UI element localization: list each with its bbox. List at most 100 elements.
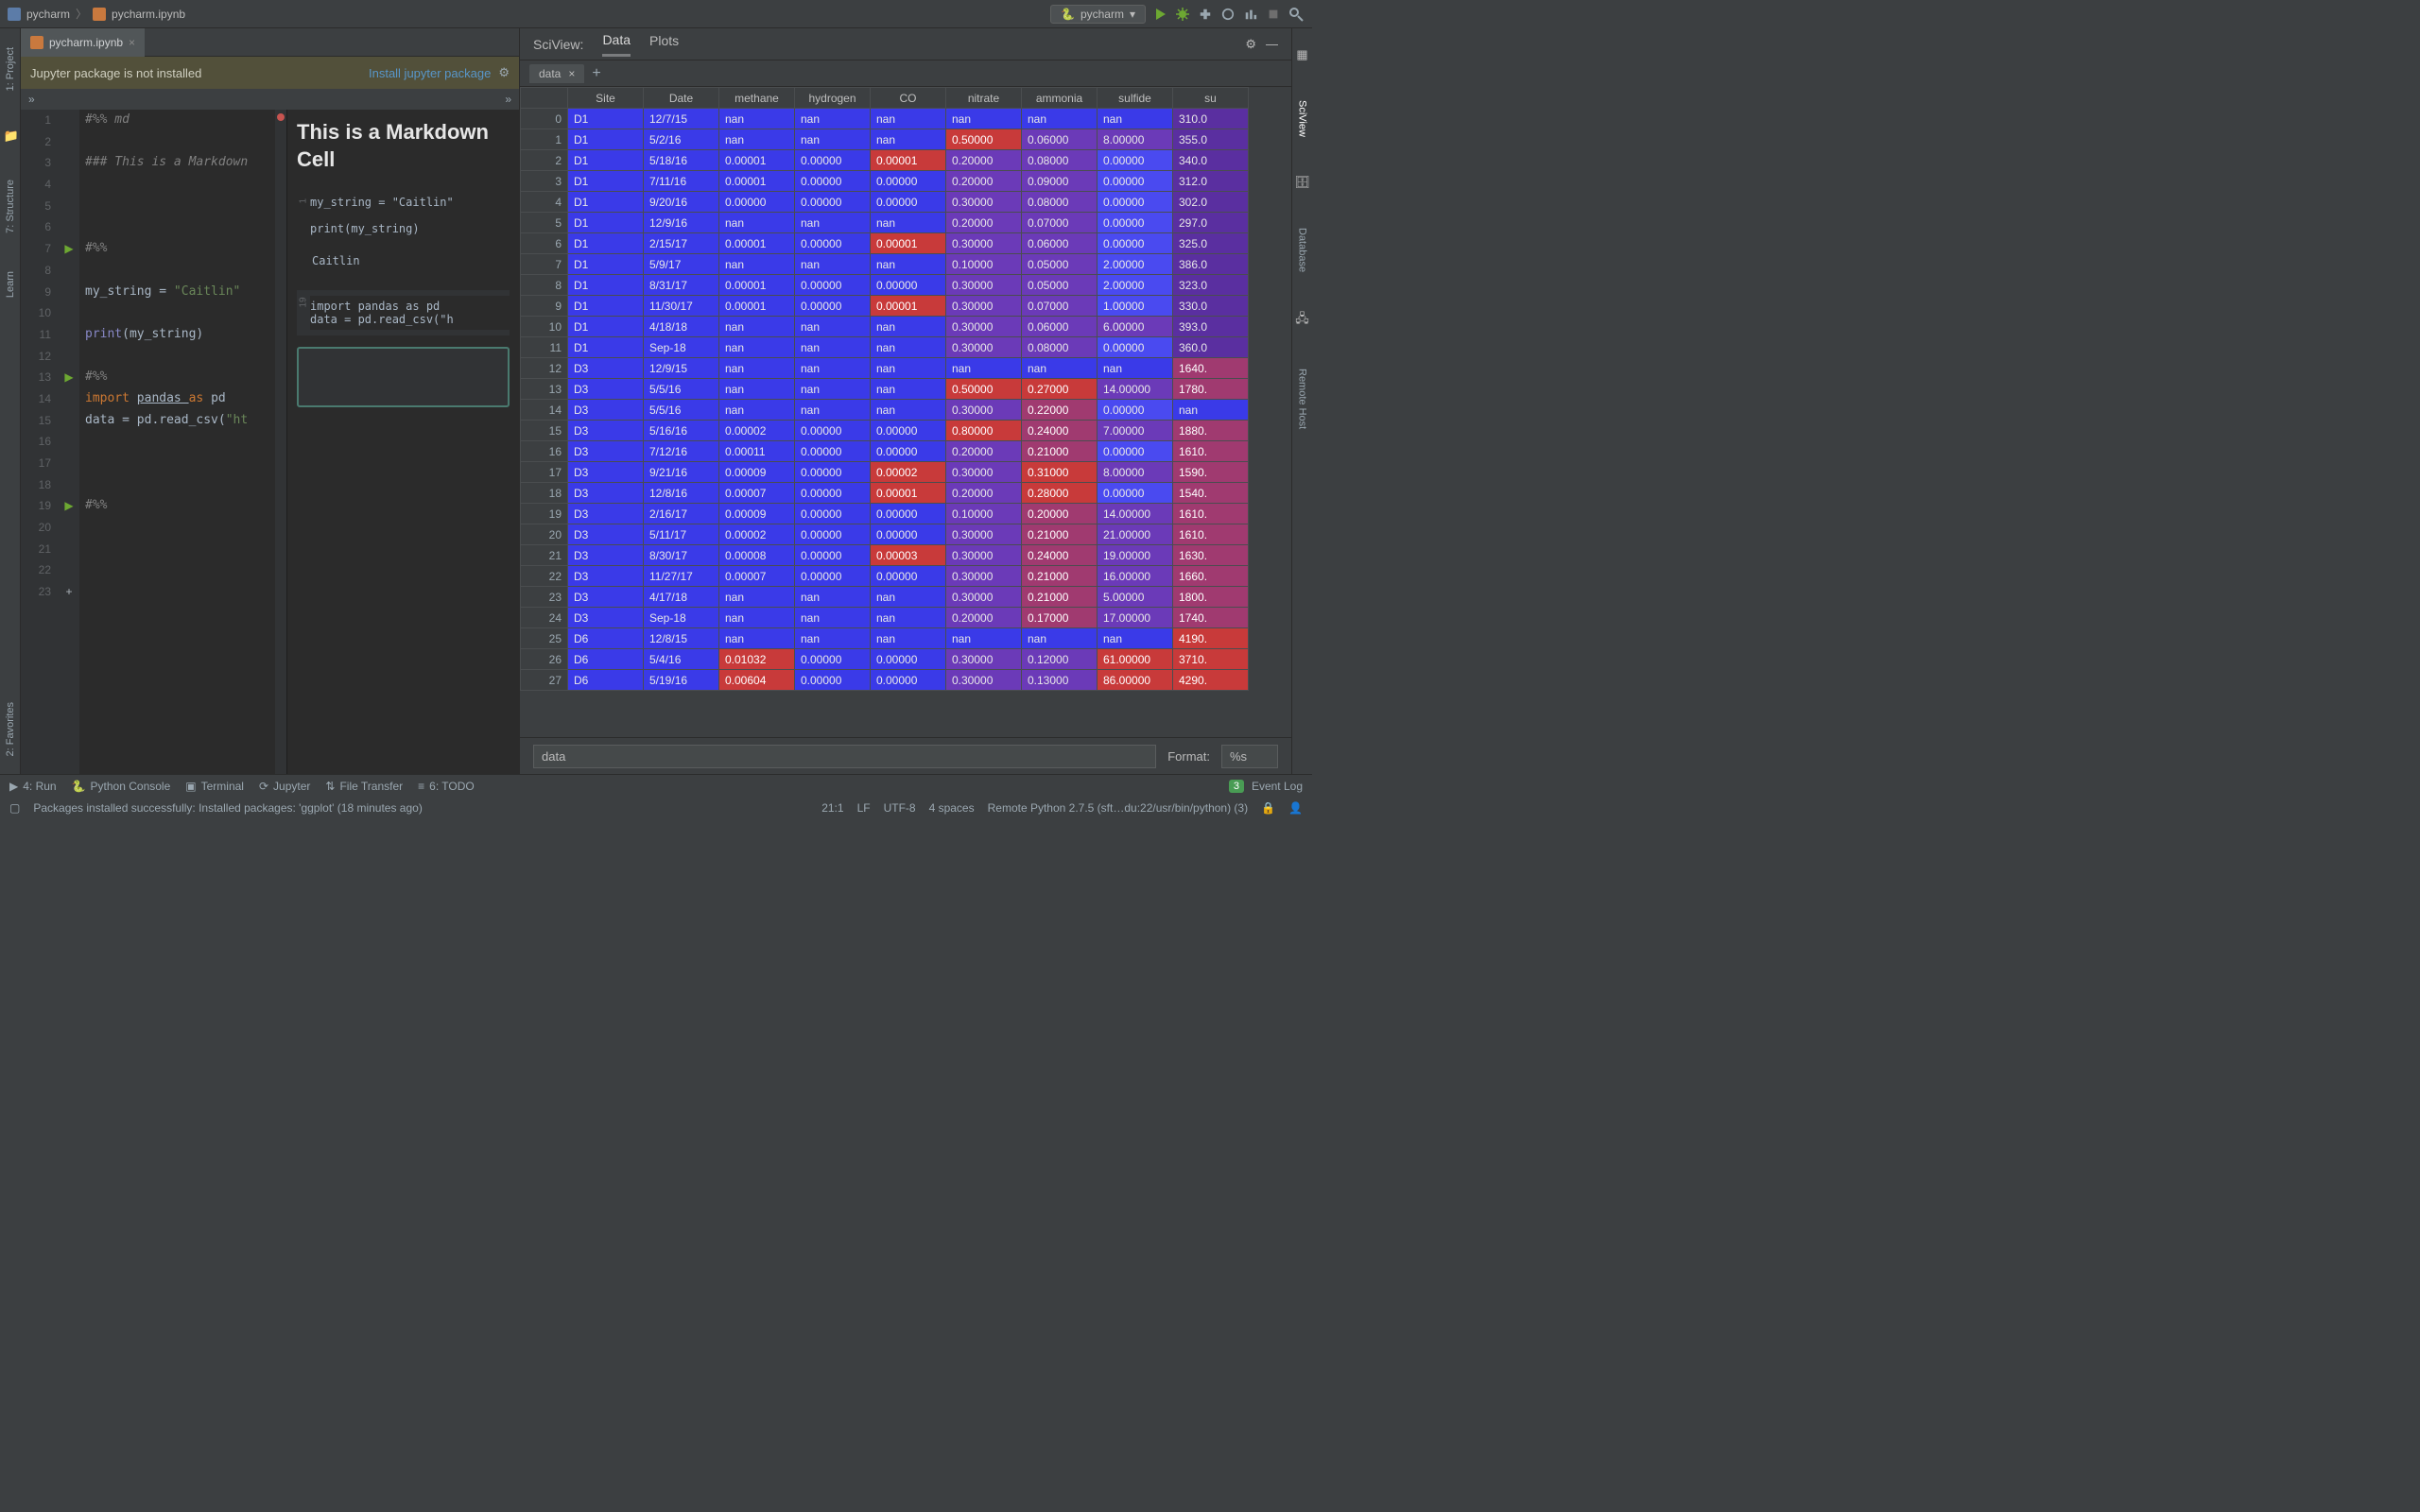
- table-cell[interactable]: nan: [871, 129, 946, 150]
- crumb-right[interactable]: »: [505, 93, 511, 106]
- table-cell[interactable]: D1: [568, 337, 644, 358]
- table-cell[interactable]: nan: [871, 254, 946, 275]
- table-cell[interactable]: 1.00000: [1098, 296, 1173, 317]
- interpreter[interactable]: Remote Python 2.7.5 (sft…du:22/usr/bin/p…: [988, 801, 1248, 815]
- table-cell[interactable]: 4290.: [1173, 670, 1249, 691]
- table-cell[interactable]: 0.00007: [719, 483, 795, 504]
- table-cell[interactable]: nan: [719, 109, 795, 129]
- event-count-badge[interactable]: 3: [1229, 780, 1244, 793]
- table-cell[interactable]: 0.06000: [1022, 233, 1098, 254]
- table-row[interactable]: 7D15/9/17nannannan0.100000.050002.000003…: [521, 254, 1249, 275]
- table-row[interactable]: 16D37/12/160.000110.000000.000000.200000…: [521, 441, 1249, 462]
- table-cell[interactable]: D1: [568, 171, 644, 192]
- table-cell[interactable]: D1: [568, 296, 644, 317]
- table-cell[interactable]: 1610.: [1173, 441, 1249, 462]
- table-cell[interactable]: 0.20000: [946, 171, 1022, 192]
- table-cell[interactable]: 0.00000: [871, 421, 946, 441]
- table-cell[interactable]: nan: [795, 213, 871, 233]
- table-cell[interactable]: 5: [521, 213, 568, 233]
- table-cell[interactable]: 12/9/16: [644, 213, 719, 233]
- preview-code-cell[interactable]: my_string = "Caitlin" print(my_string): [310, 192, 510, 239]
- table-cell[interactable]: 6: [521, 233, 568, 254]
- table-cell[interactable]: D3: [568, 608, 644, 628]
- table-cell[interactable]: 0.00000: [1098, 150, 1173, 171]
- table-cell[interactable]: nan: [1173, 400, 1249, 421]
- table-cell[interactable]: 8/30/17: [644, 545, 719, 566]
- table-cell[interactable]: 1740.: [1173, 608, 1249, 628]
- add-tab-button[interactable]: +: [592, 65, 600, 82]
- table-cell[interactable]: nan: [719, 254, 795, 275]
- table-cell[interactable]: 0.00001: [719, 150, 795, 171]
- table-cell[interactable]: 11: [521, 337, 568, 358]
- error-indicator-icon[interactable]: [277, 113, 285, 121]
- tw-event-log[interactable]: Event Log: [1252, 780, 1303, 793]
- table-cell[interactable]: 61.00000: [1098, 649, 1173, 670]
- table-cell[interactable]: 0.00000: [1098, 192, 1173, 213]
- column-header[interactable]: hydrogen: [795, 88, 871, 109]
- tool-windows-icon[interactable]: ▢: [9, 801, 20, 815]
- tool-remote-host[interactable]: Remote Host: [1297, 369, 1308, 429]
- table-cell[interactable]: 5/2/16: [644, 129, 719, 150]
- table-cell[interactable]: 0.00000: [795, 545, 871, 566]
- table-cell[interactable]: 0.20000: [946, 441, 1022, 462]
- table-row[interactable]: 22D311/27/170.000070.000000.000000.30000…: [521, 566, 1249, 587]
- table-cell[interactable]: 1640.: [1173, 358, 1249, 379]
- table-cell[interactable]: 1590.: [1173, 462, 1249, 483]
- table-cell[interactable]: nan: [946, 628, 1022, 649]
- table-cell[interactable]: 0.07000: [1022, 296, 1098, 317]
- table-cell[interactable]: nan: [795, 109, 871, 129]
- table-cell[interactable]: nan: [719, 400, 795, 421]
- table-cell[interactable]: 3: [521, 171, 568, 192]
- table-cell[interactable]: 0.20000: [946, 608, 1022, 628]
- table-cell[interactable]: 0.80000: [946, 421, 1022, 441]
- table-cell[interactable]: 0.05000: [1022, 254, 1098, 275]
- table-cell[interactable]: 0.00000: [871, 192, 946, 213]
- value-input[interactable]: [533, 745, 1156, 768]
- preview-code-cell[interactable]: import pandas as pd data = pd.read_csv("…: [310, 296, 510, 330]
- table-cell[interactable]: 0.10000: [946, 254, 1022, 275]
- table-cell[interactable]: 0.00000: [795, 504, 871, 524]
- table-cell[interactable]: 16: [521, 441, 568, 462]
- table-cell[interactable]: 0.24000: [1022, 421, 1098, 441]
- database-icon[interactable]: 🗄: [1294, 175, 1310, 190]
- folder-icon[interactable]: 📁: [4, 129, 17, 142]
- table-cell[interactable]: D3: [568, 358, 644, 379]
- column-header[interactable]: Site: [568, 88, 644, 109]
- table-cell[interactable]: 0.00000: [871, 171, 946, 192]
- minimize-icon[interactable]: —: [1266, 37, 1278, 52]
- table-cell[interactable]: 17.00000: [1098, 608, 1173, 628]
- table-cell[interactable]: nan: [719, 608, 795, 628]
- table-cell[interactable]: 0.30000: [946, 400, 1022, 421]
- table-cell[interactable]: 5/4/16: [644, 649, 719, 670]
- table-cell[interactable]: 0.00000: [795, 192, 871, 213]
- table-cell[interactable]: 1880.: [1173, 421, 1249, 441]
- table-cell[interactable]: nan: [871, 337, 946, 358]
- table-cell[interactable]: 23: [521, 587, 568, 608]
- table-cell[interactable]: D3: [568, 400, 644, 421]
- table-cell[interactable]: 24: [521, 608, 568, 628]
- tool-database[interactable]: Database: [1297, 228, 1308, 272]
- preview-active-output[interactable]: [297, 347, 510, 407]
- table-cell[interactable]: 0.20000: [1022, 504, 1098, 524]
- table-cell[interactable]: 0.00001: [871, 296, 946, 317]
- table-cell[interactable]: 0.00001: [719, 275, 795, 296]
- table-cell[interactable]: 20: [521, 524, 568, 545]
- table-cell[interactable]: 0.00000: [871, 504, 946, 524]
- table-cell[interactable]: 0.50000: [946, 129, 1022, 150]
- search-everywhere-button[interactable]: [1288, 6, 1305, 23]
- table-cell[interactable]: 0.05000: [1022, 275, 1098, 296]
- profile-button[interactable]: [1242, 6, 1259, 23]
- table-cell[interactable]: 1800.: [1173, 587, 1249, 608]
- table-cell[interactable]: 1540.: [1173, 483, 1249, 504]
- gear-icon[interactable]: ⚙: [498, 65, 510, 80]
- table-cell[interactable]: 312.0: [1173, 171, 1249, 192]
- column-header[interactable]: methane: [719, 88, 795, 109]
- table-row[interactable]: 21D38/30/170.000080.000000.000030.300000…: [521, 545, 1249, 566]
- code-editor[interactable]: #%% md ### This is a Markdown #%% my_str…: [79, 110, 275, 775]
- table-cell[interactable]: 0.13000: [1022, 670, 1098, 691]
- table-cell[interactable]: Sep-18: [644, 337, 719, 358]
- table-cell[interactable]: 0.30000: [946, 524, 1022, 545]
- table-cell[interactable]: 0.00000: [1098, 400, 1173, 421]
- table-cell[interactable]: nan: [795, 254, 871, 275]
- table-cell[interactable]: 0.00000: [795, 670, 871, 691]
